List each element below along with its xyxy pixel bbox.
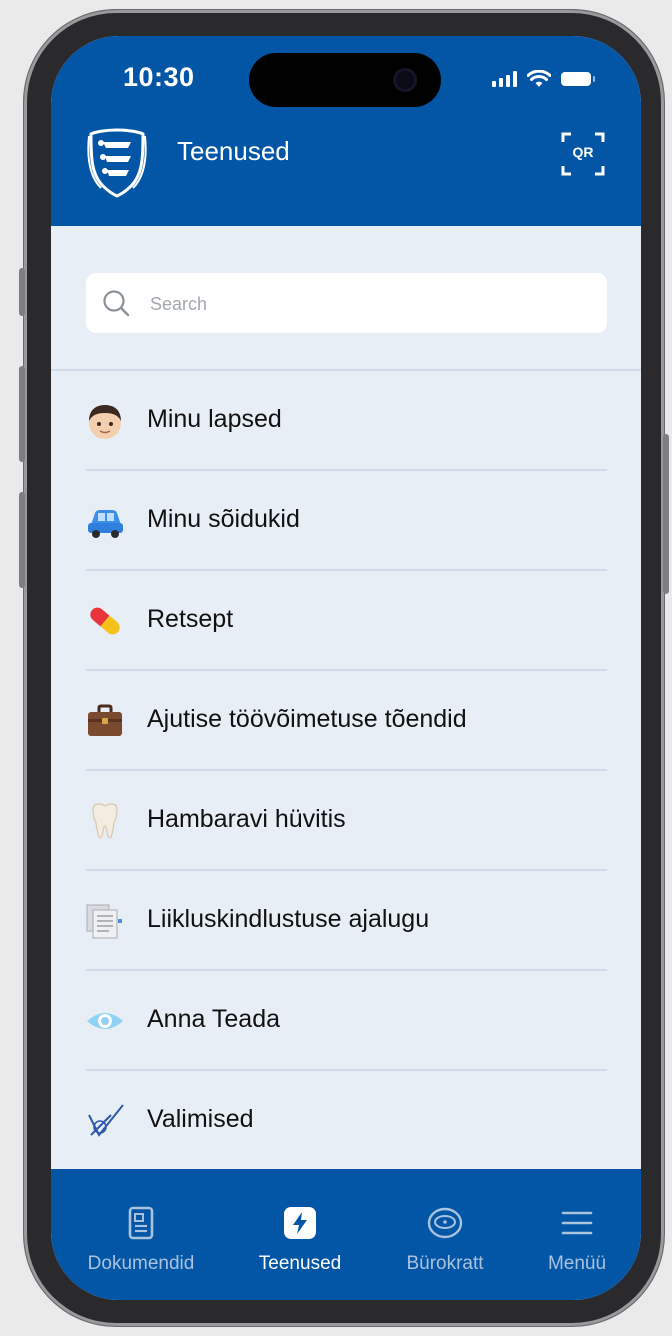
list-item-minu-soidukid[interactable]: Minu sõidukid [51,471,641,571]
list-item-label: Minu sõidukid [147,505,300,533]
cellular-signal-icon [492,71,517,87]
list-item-anna-teada[interactable]: Anna Teada [51,971,641,1071]
list-item-retsept[interactable]: Retsept [51,571,641,671]
app-screen: 10:30 Teenused QR Search Minu lapsed Min… [51,36,641,1300]
bottom-tab-bar: Dokumendid Teenused Bürokratt Menüü [51,1169,641,1300]
briefcase-icon [88,704,122,736]
ballot-check-icon [88,1104,124,1137]
tab-teenused[interactable]: Teenused [225,1169,375,1300]
search-icon [103,290,130,317]
volume-up-button [19,366,25,462]
list-item-label: Valimised [147,1105,254,1133]
hamburger-menu-icon [561,1211,593,1235]
list-item-label: Minu lapsed [147,405,282,433]
list-item-valimised[interactable]: Valimised [51,1071,641,1171]
power-button [663,434,669,594]
tab-label: Bürokratt [406,1253,484,1274]
estonia-coat-of-arms-icon [87,128,147,198]
camera-icon [393,68,417,92]
lightning-icon [284,1207,316,1239]
status-icons [492,70,595,88]
list-item-label: Liikluskindlustuse ajalugu [147,905,430,933]
eye-icon [87,1013,123,1029]
list-item-minu-lapsed[interactable]: Minu lapsed [51,371,641,471]
wifi-icon [527,70,551,87]
tooth-icon [92,803,118,839]
list-item-label: Ajutise töövõimetuse tõendid [147,705,467,733]
tab-label: Dokumendid [87,1253,195,1274]
list-item-liikluskindlustuse-ajalugu[interactable]: Liikluskindlustuse ajalugu [51,871,641,971]
status-time: 10:30 [123,62,195,92]
app-header: 10:30 Teenused QR [51,36,641,226]
search-input[interactable] [148,273,592,335]
document-icon [128,1206,154,1240]
document-stack-icon [86,904,122,939]
pill-icon [90,607,120,635]
list-item-label: Anna Teada [147,1005,280,1033]
page-title: Teenused [177,136,290,166]
burokratt-icon [427,1207,463,1239]
action-button [19,268,25,316]
tab-label: Teenused [258,1253,342,1274]
tab-label: Menüü [547,1253,607,1274]
car-icon [88,510,123,538]
list-item-label: Retsept [147,605,234,633]
tab-menuu[interactable]: Menüü [529,1169,625,1300]
volume-down-button [19,492,25,588]
battery-icon [561,72,595,86]
tab-dokumendid[interactable]: Dokumendid [65,1169,217,1300]
list-item-ajutise-toovoimetuse-toendid[interactable]: Ajutise töövõimetuse tõendid [51,671,641,771]
phone-frame: 10:30 Teenused QR Search Minu lapsed Min… [19,10,669,1326]
dynamic-island [249,53,441,107]
search-box[interactable] [86,273,607,335]
services-list: Minu lapsed Minu sõidukid Retsept Ajutis… [51,371,641,1171]
qr-label: QR [572,144,594,160]
tab-burokratt[interactable]: Bürokratt [381,1169,509,1300]
list-item-hambaravi-huvitis[interactable]: Hambaravi hüvitis [51,771,641,871]
qr-scan-button[interactable]: QR [561,132,605,176]
child-face-icon [89,405,121,439]
list-item-label: Hambaravi hüvitis [147,805,346,833]
